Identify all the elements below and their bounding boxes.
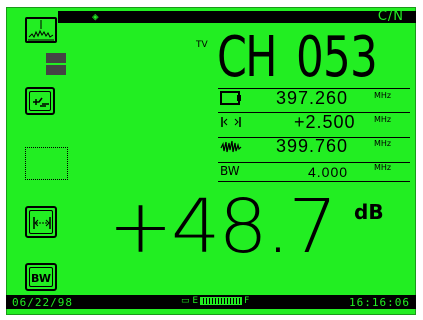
bandwidth-button[interactable]: BW: [25, 263, 57, 291]
battery-level-bar: [200, 296, 243, 305]
spectrum-mini-grid-1: [46, 53, 66, 63]
button-frame: [29, 210, 53, 234]
span-arrows-icon: [33, 217, 51, 229]
noise-icon: [220, 140, 242, 153]
spectrum-mini-grid-2: [46, 65, 66, 75]
noise-frequency-unit: MHz: [374, 139, 392, 148]
bottom-status-bar: 06/22/98 ▭ E F 16:16:06: [6, 295, 416, 309]
spectrum-trace-icon: [28, 20, 54, 41]
battery-empty-label: E: [192, 296, 199, 306]
bandwidth-unit: MHz: [374, 163, 392, 172]
top-status-bar: ◈ C/N: [58, 9, 416, 24]
attenuator-icon: [33, 97, 49, 107]
battery-icon: ▭: [181, 296, 190, 306]
mode-title: C/N: [377, 9, 404, 24]
date-display: 06/22/98: [12, 296, 73, 309]
bw-button-label: BW: [31, 272, 51, 285]
channel-number: 053: [296, 25, 378, 90]
span-button[interactable]: [25, 206, 57, 238]
spectrum-button[interactable]: [25, 17, 57, 43]
diamond-marker-icon: ◈: [92, 10, 99, 23]
measurement-unit: dB: [354, 200, 384, 224]
carrier-icon: [220, 91, 241, 105]
button-frame: [29, 91, 51, 111]
time-display: 16:16:06: [349, 296, 410, 309]
battery-full-label: F: [244, 296, 250, 306]
video-frequency-unit: MHz: [374, 91, 392, 100]
offset-arrows-icon: [221, 117, 241, 127]
offset-unit: MHz: [374, 115, 392, 124]
noise-frequency-value: 399.760: [276, 136, 349, 156]
measurement-value: +48.7: [108, 184, 338, 270]
attenuator-button[interactable]: [25, 87, 55, 115]
bandwidth-label: BW: [220, 164, 240, 178]
empty-softkey[interactable]: [25, 147, 68, 180]
offset-value: +2.500: [294, 112, 356, 132]
channel-label: CH: [217, 25, 277, 90]
video-frequency-value: 397.260: [276, 88, 349, 108]
tv-tag: TV: [196, 40, 208, 50]
divider: [218, 181, 410, 182]
bandwidth-value: 4.000: [308, 164, 349, 180]
battery-indicator: ▭ E F: [181, 296, 249, 306]
